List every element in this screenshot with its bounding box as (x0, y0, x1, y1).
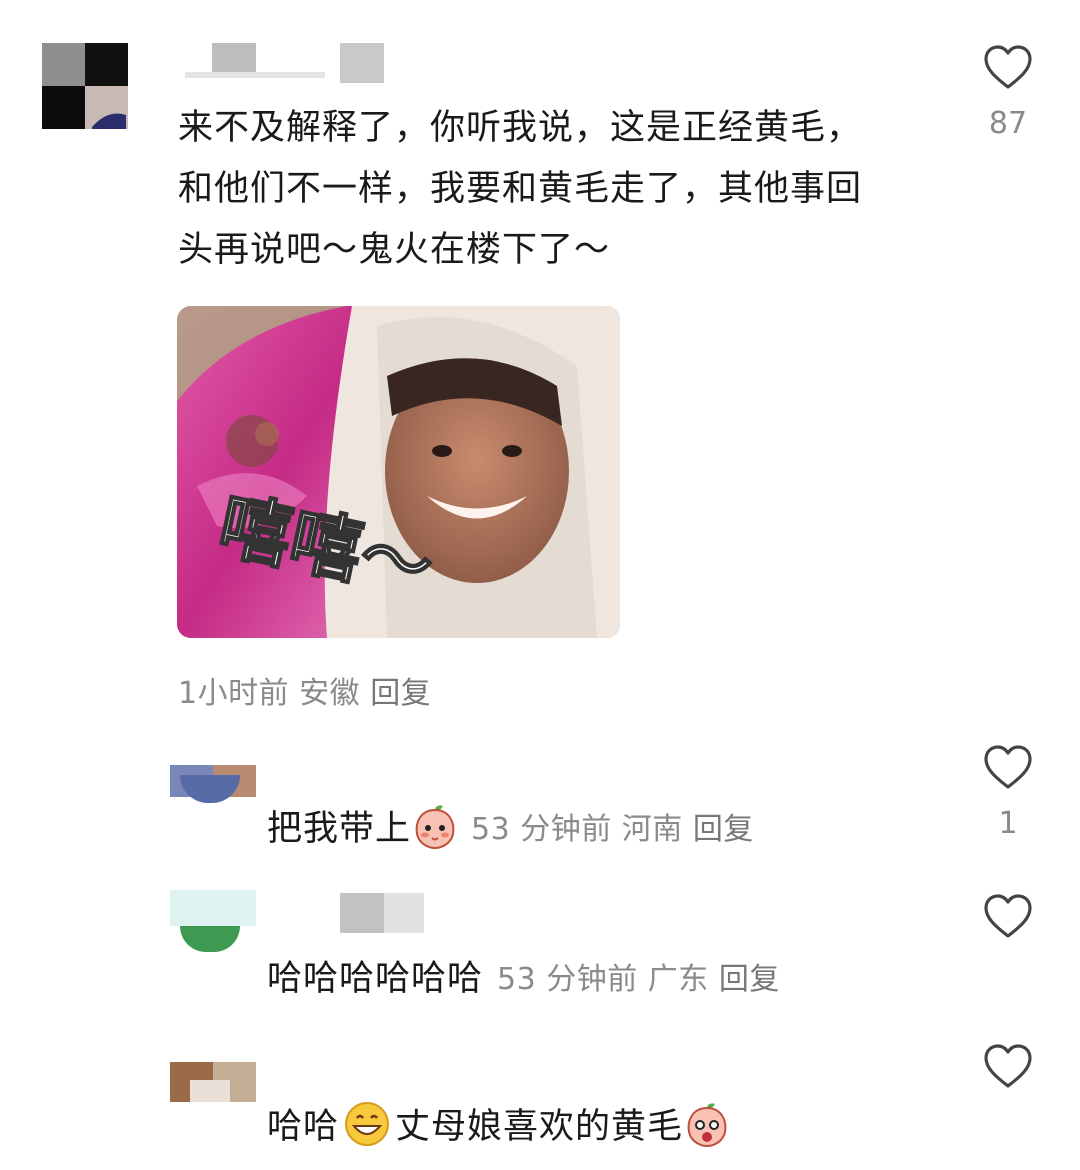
peach-blush-emoji (415, 804, 455, 849)
reply-button[interactable]: 回复 (693, 812, 754, 847)
username-blur[interactable] (340, 893, 384, 933)
avatar[interactable] (170, 1062, 256, 1124)
reply-text: 把我带上 (267, 809, 412, 849)
reply-item: 哈哈哈哈哈哈 53 分钟前 广东 回复 (267, 950, 780, 1001)
avatar[interactable] (170, 765, 256, 827)
username-blur[interactable] (340, 43, 384, 83)
peach-surprised-emoji (687, 1102, 727, 1147)
reply-time: 53 分钟前 (497, 961, 638, 997)
heart-icon[interactable] (983, 893, 1033, 939)
like-count: 1 (998, 806, 1018, 841)
reply-text: 丈母娘喜欢的黄毛 (395, 1107, 684, 1147)
heart-icon[interactable] (983, 1043, 1033, 1089)
reply-text: 哈哈 (267, 1107, 340, 1147)
reply-item: 哈哈 丈母娘喜欢的黄毛 (267, 1098, 731, 1149)
reply-button[interactable]: 回复 (370, 676, 431, 711)
grinning-face-emoji (345, 1101, 390, 1146)
comment-line: 来不及解释了，你听我说，这是正经黄毛， (178, 108, 863, 148)
heart-icon[interactable] (983, 744, 1033, 790)
username-blur (384, 893, 424, 933)
sticker-illustration: 嘻嘻～ (177, 306, 620, 638)
comment-line: 和他们不一样，我要和黄毛走了，其他事回 (178, 169, 863, 209)
comment-location: 安徽 (299, 676, 361, 711)
comment-time: 1小时前 (178, 676, 290, 711)
avatar[interactable] (42, 43, 128, 129)
comment-meta: 1小时前 安徽 回复 (178, 668, 431, 712)
reply-text: 哈哈哈哈哈哈 (267, 959, 484, 999)
reply-time: 53 分钟前 (471, 811, 612, 847)
comment-text: 来不及解释了，你听我说，这是正经黄毛， 和他们不一样，我要和黄毛走了，其他事回 … (178, 98, 938, 281)
reply-button[interactable]: 回复 (719, 962, 780, 997)
reply-location: 河南 (621, 811, 683, 847)
reply-location: 广东 (647, 961, 709, 997)
sticker-image[interactable]: 嘻嘻～ (177, 306, 620, 638)
avatar[interactable] (170, 890, 256, 952)
reply-item: 把我带上 53 分钟前 河南 回复 (267, 800, 754, 851)
heart-icon[interactable] (983, 44, 1033, 90)
avatar-fragment-icon (92, 113, 126, 129)
like-count: 87 (988, 106, 1028, 141)
comment-line: 头再说吧～鬼火在楼下了～ (178, 230, 611, 270)
username-blur (185, 72, 325, 78)
